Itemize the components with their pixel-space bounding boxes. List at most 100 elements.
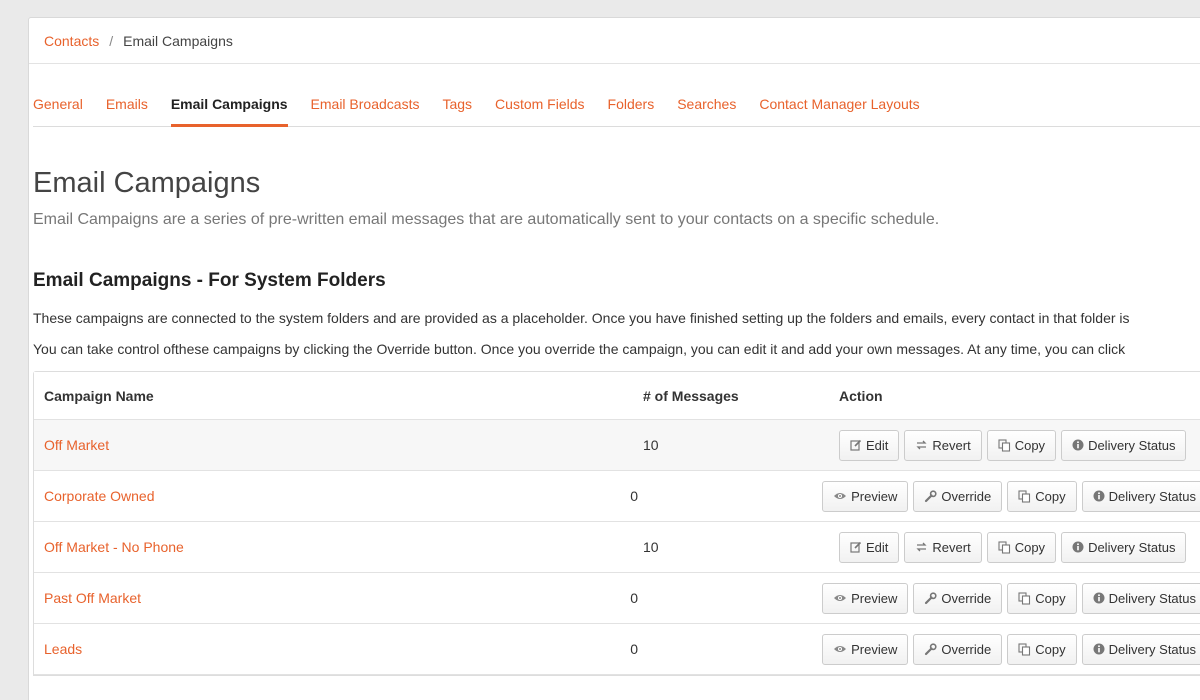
override-button[interactable]: Override — [913, 582, 1003, 614]
cell-campaign-name: Off Market - No Phone — [34, 539, 633, 555]
preview-button[interactable]: Preview — [822, 480, 909, 512]
eye-icon — [833, 644, 847, 654]
table-row: Off Market - No Phone 10 Edit Revert Copy Del… — [34, 522, 1200, 573]
campaign-name-link[interactable]: Off Market - No Phone — [44, 539, 184, 555]
tab-email-campaigns[interactable]: Email Campaigns — [170, 85, 288, 127]
breadcrumb-separator: / — [109, 32, 114, 49]
tab-contact-manager-layouts[interactable]: Contact Manager Layouts — [759, 85, 919, 127]
cell-actions: Edit Revert Copy Delivery Status — [831, 531, 1200, 563]
cell-campaign-name: Past Off Market — [34, 590, 620, 606]
delivery-status-button[interactable]: Delivery Status — [1061, 531, 1187, 563]
header-messages: # of Messages — [643, 387, 739, 404]
button-label: Revert — [932, 539, 971, 555]
button-label: Delivery Status — [1088, 437, 1176, 453]
override-button[interactable]: Override — [913, 633, 1003, 665]
button-label: Revert — [932, 437, 971, 453]
preview-button[interactable]: Preview — [822, 633, 909, 665]
button-label: Override — [941, 641, 992, 657]
button-label: Delivery Status — [1108, 590, 1196, 606]
info-icon — [1072, 439, 1084, 451]
delivery-status-button[interactable]: Delivery Status — [1081, 582, 1200, 614]
button-label: Delivery Status — [1088, 539, 1176, 555]
table-row: Past Off Market 0 Preview Override Copy Deliv… — [34, 573, 1200, 624]
copy-button[interactable]: Copy — [1007, 480, 1077, 512]
info-icon — [1093, 490, 1105, 502]
revert-button[interactable]: Revert — [904, 429, 982, 461]
override-button[interactable]: Override — [913, 480, 1003, 512]
tab-searches[interactable]: Searches — [677, 85, 736, 127]
header-action: Action — [839, 387, 883, 404]
button-label: Preview — [851, 641, 898, 657]
tab-email-broadcasts[interactable]: Email Broadcasts — [311, 85, 420, 127]
wrench-icon — [924, 642, 937, 656]
section-title: Email Campaigns - For System Folders — [33, 270, 386, 291]
button-label: Override — [941, 590, 992, 606]
button-label: Preview — [851, 488, 898, 504]
cell-message-count: 0 — [630, 488, 638, 504]
campaign-name-link[interactable]: Off Market — [44, 437, 109, 453]
copy-icon — [1018, 642, 1031, 656]
tab-custom-fields[interactable]: Custom Fields — [495, 85, 584, 127]
wrench-icon — [924, 591, 937, 605]
tab-general[interactable]: General — [33, 85, 83, 127]
revert-icon — [915, 439, 928, 451]
breadcrumb-contacts-link[interactable]: Contacts — [44, 33, 99, 49]
cell-campaign-name: Corporate Owned — [34, 488, 620, 504]
campaign-name-link[interactable]: Leads — [44, 641, 82, 657]
table-row: Off Market 10 Edit Revert Copy Delivery Statu… — [34, 420, 1200, 471]
edit-button[interactable]: Edit — [839, 429, 900, 461]
copy-button[interactable]: Copy — [986, 531, 1057, 563]
revert-icon — [915, 541, 928, 553]
copy-icon — [1018, 591, 1031, 605]
delivery-status-button[interactable]: Delivery Status — [1081, 633, 1200, 665]
delivery-status-button[interactable]: Delivery Status — [1061, 429, 1187, 461]
copy-icon — [998, 438, 1011, 452]
copy-icon — [1018, 489, 1031, 503]
campaign-name-link[interactable]: Past Off Market — [44, 590, 141, 606]
cell-actions: Preview Override Copy Delivery Status — [814, 633, 1200, 665]
tab-bar: General Emails Email Campaigns Email Bro… — [33, 85, 1200, 127]
tab-folders[interactable]: Folders — [608, 85, 655, 127]
info-icon — [1072, 541, 1084, 553]
campaigns-table: Campaign Name # of Messages Action Off M… — [33, 371, 1200, 676]
info-icon — [1093, 643, 1105, 655]
tab-tags[interactable]: Tags — [442, 85, 472, 127]
wrench-icon — [924, 489, 937, 503]
button-label: Preview — [851, 590, 898, 606]
campaign-name-link[interactable]: Corporate Owned — [44, 488, 155, 504]
edit-icon — [850, 439, 862, 451]
revert-button[interactable]: Revert — [904, 531, 982, 563]
button-label: Copy — [1014, 539, 1046, 555]
button-label: Delivery Status — [1108, 488, 1196, 504]
button-label: Override — [941, 488, 992, 504]
page-title: Email Campaigns — [33, 167, 261, 199]
button-label: Edit — [866, 437, 889, 453]
breadcrumb: Contacts / Email Campaigns — [29, 18, 1200, 64]
cell-message-count: 10 — [643, 539, 659, 555]
delivery-status-button[interactable]: Delivery Status — [1081, 480, 1200, 512]
cell-actions: Preview Override Copy Delivery Status — [814, 582, 1200, 614]
cell-actions: Edit Revert Copy Delivery Status — [831, 429, 1200, 461]
eye-icon — [833, 593, 847, 603]
info-icon — [1093, 592, 1105, 604]
section-paragraph-2: You can take control ofthese campaigns b… — [33, 341, 1126, 357]
cell-message-count: 0 — [630, 641, 638, 657]
cell-campaign-name: Off Market — [34, 437, 633, 453]
tab-emails[interactable]: Emails — [106, 85, 148, 127]
button-label: Edit — [866, 539, 889, 555]
table-row: Corporate Owned 0 Preview Override Copy Deliv… — [34, 471, 1200, 522]
copy-icon — [998, 540, 1011, 554]
copy-button[interactable]: Copy — [1007, 582, 1077, 614]
preview-button[interactable]: Preview — [822, 582, 909, 614]
button-label: Copy — [1035, 641, 1066, 657]
edit-button[interactable]: Edit — [839, 531, 900, 563]
section-paragraph-1: These campaigns are connected to the sys… — [33, 310, 1130, 326]
copy-button[interactable]: Copy — [986, 429, 1057, 461]
button-label: Delivery Status — [1108, 641, 1196, 657]
copy-button[interactable]: Copy — [1007, 633, 1077, 665]
header-campaign-name: Campaign Name — [44, 387, 154, 404]
button-label: Copy — [1035, 488, 1066, 504]
cell-actions: Preview Override Copy Delivery Status — [814, 480, 1200, 512]
cell-campaign-name: Leads — [34, 641, 620, 657]
breadcrumb-current: Email Campaigns — [123, 32, 233, 49]
